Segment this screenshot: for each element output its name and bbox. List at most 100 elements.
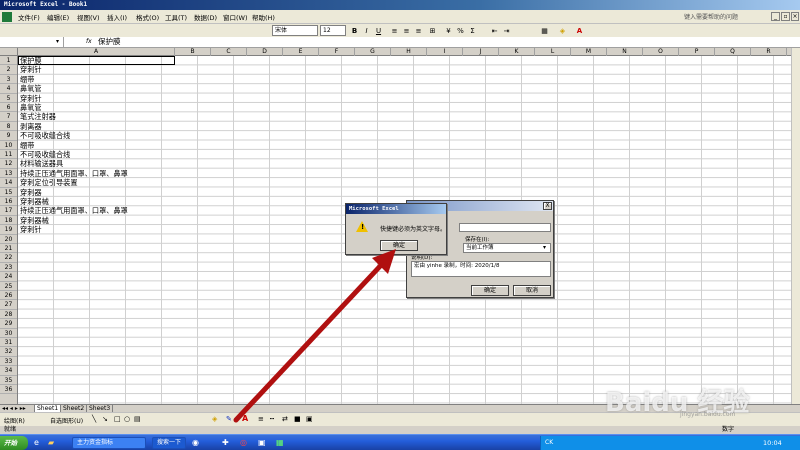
ime-indicator[interactable]: CK bbox=[545, 436, 553, 450]
row-header[interactable]: 3 bbox=[0, 75, 17, 85]
cell-a[interactable]: 保护膜 bbox=[20, 56, 42, 65]
name-box[interactable] bbox=[0, 37, 64, 47]
row-header[interactable]: 25 bbox=[0, 282, 17, 291]
font-name-select[interactable]: 宋体 bbox=[272, 25, 318, 36]
column-header[interactable]: P bbox=[679, 48, 715, 56]
cell-a[interactable]: 剥离器 bbox=[20, 122, 42, 131]
row-header[interactable]: 9 bbox=[0, 131, 17, 141]
name-box-dropdown-icon[interactable]: ▾ bbox=[56, 38, 59, 45]
tab-scroll-arrows-icon[interactable]: ◂◂ ◂ ▸ ▸▸ bbox=[2, 405, 26, 412]
formula-input[interactable]: 保护膜 bbox=[98, 37, 121, 47]
minimize-icon[interactable]: _ bbox=[771, 12, 780, 21]
cell-a[interactable]: 穿刺针 bbox=[20, 225, 42, 234]
macro-name-input[interactable] bbox=[459, 223, 551, 232]
cell-a[interactable]: 鼻氧管 bbox=[20, 84, 42, 93]
row-header[interactable]: 31 bbox=[0, 338, 17, 348]
select-all-corner[interactable] bbox=[0, 48, 18, 56]
fx-icon[interactable]: fx bbox=[86, 38, 92, 45]
description-input[interactable]: 宏由 yinhe 录制，时间: 2020/1/8 bbox=[411, 261, 551, 277]
merge-center-icon[interactable]: ⊞ bbox=[428, 26, 437, 36]
borders-icon[interactable]: ▦ bbox=[540, 26, 549, 36]
arrow-style-icon[interactable]: ⇄ bbox=[282, 415, 288, 423]
row-header[interactable]: 5 bbox=[0, 94, 17, 103]
excel-app-icon[interactable] bbox=[2, 12, 12, 22]
column-header[interactable]: O bbox=[643, 48, 679, 56]
column-header[interactable]: M bbox=[571, 48, 607, 56]
store-in-select[interactable]: 当前工作簿 bbox=[463, 243, 551, 253]
row-header[interactable]: 16 bbox=[0, 197, 17, 207]
macro-cancel-button[interactable]: 取消 bbox=[513, 285, 551, 296]
help-question-input[interactable]: 键入需要帮助的问题 bbox=[684, 12, 768, 22]
row-header[interactable]: 8 bbox=[0, 122, 17, 132]
row-header[interactable]: 30 bbox=[0, 329, 17, 338]
row-header[interactable]: 26 bbox=[0, 291, 17, 301]
taskbar-app3-icon[interactable]: ◎ bbox=[240, 438, 247, 447]
row-header[interactable]: 32 bbox=[0, 347, 17, 357]
row-header[interactable]: 7 bbox=[0, 112, 17, 122]
row-header[interactable]: 15 bbox=[0, 188, 17, 197]
cell-a[interactable]: 穿刺器械 bbox=[20, 216, 49, 225]
column-header[interactable]: R bbox=[751, 48, 787, 56]
line-color-icon[interactable]: ✎ bbox=[226, 415, 232, 423]
clock[interactable]: 10:04 bbox=[763, 436, 782, 450]
cell-a[interactable]: 不可吸收缝合线 bbox=[20, 150, 70, 159]
start-button[interactable]: 开始 bbox=[0, 436, 28, 450]
column-header[interactable]: J bbox=[463, 48, 499, 56]
row-header[interactable]: 1 bbox=[0, 56, 17, 66]
restore-icon[interactable]: ▫ bbox=[781, 12, 790, 21]
taskbar-app4-icon[interactable]: ▣ bbox=[258, 438, 266, 447]
draw-font-color-icon[interactable]: A bbox=[242, 414, 248, 423]
row-header[interactable]: 6 bbox=[0, 103, 17, 113]
row-header[interactable]: 34 bbox=[0, 366, 17, 376]
macro-ok-button[interactable]: 确定 bbox=[471, 285, 509, 296]
column-header[interactable]: A bbox=[18, 48, 175, 56]
column-header[interactable]: E bbox=[283, 48, 319, 56]
cell-a[interactable]: 穿刺器 bbox=[20, 188, 42, 197]
taskbar-app-icon[interactable]: ◉ bbox=[192, 438, 199, 447]
cell-a[interactable]: 不可吸收缝合线 bbox=[20, 131, 70, 140]
folder-quicklaunch-icon[interactable]: ▰ bbox=[48, 438, 54, 447]
percent-icon[interactable]: % bbox=[456, 26, 465, 36]
row-header[interactable]: 20 bbox=[0, 235, 17, 244]
cell-a[interactable]: 材料输送器具 bbox=[20, 159, 63, 168]
italic-button[interactable]: I bbox=[362, 26, 371, 36]
draw-menu[interactable]: 绘图(R) bbox=[4, 416, 25, 425]
alert-ok-button[interactable]: 确定 bbox=[380, 240, 418, 251]
align-right-icon[interactable]: ≡ bbox=[414, 26, 423, 36]
cell-a[interactable]: 绷带 bbox=[20, 141, 34, 150]
row-header[interactable]: 21 bbox=[0, 244, 17, 254]
rectangle-icon[interactable]: □ bbox=[114, 415, 121, 423]
row-header[interactable]: 12 bbox=[0, 159, 17, 169]
cell-a[interactable]: 穿刺针 bbox=[20, 65, 42, 74]
column-header[interactable]: D bbox=[247, 48, 283, 56]
row-header[interactable]: 10 bbox=[0, 141, 17, 150]
row-header[interactable]: 23 bbox=[0, 263, 17, 273]
font-size-select[interactable]: 12 bbox=[320, 25, 346, 36]
menu-format[interactable]: 格式(O) bbox=[136, 12, 159, 22]
row-header[interactable]: 27 bbox=[0, 300, 17, 310]
column-header[interactable]: L bbox=[535, 48, 571, 56]
row-header[interactable]: 24 bbox=[0, 272, 17, 282]
underline-button[interactable]: U bbox=[374, 26, 383, 36]
column-header[interactable]: K bbox=[499, 48, 535, 56]
cell-a[interactable]: 持续正压通气用面罩、口罩、鼻罩 bbox=[20, 169, 128, 178]
column-header[interactable]: F bbox=[319, 48, 355, 56]
column-header[interactable]: H bbox=[391, 48, 427, 56]
menu-view[interactable]: 视图(V) bbox=[77, 12, 100, 22]
cell-a[interactable]: 绷带 bbox=[20, 75, 34, 84]
menu-insert[interactable]: 插入(I) bbox=[107, 12, 127, 22]
column-header[interactable]: Q bbox=[715, 48, 751, 56]
macro-close-icon[interactable]: X bbox=[543, 202, 552, 210]
row-header[interactable]: 36 bbox=[0, 385, 17, 395]
menu-help[interactable]: 帮助(H) bbox=[252, 12, 275, 22]
dash-style-icon[interactable]: ┅ bbox=[270, 415, 274, 423]
cell-a[interactable]: 穿刺定位引导装置 bbox=[20, 178, 78, 187]
store-dropdown-icon[interactable]: ▾ bbox=[543, 244, 546, 251]
row-header[interactable]: 17 bbox=[0, 206, 17, 216]
fill-color-icon[interactable]: ◈ bbox=[558, 26, 567, 36]
row-header[interactable]: 35 bbox=[0, 376, 17, 385]
row-header[interactable]: 19 bbox=[0, 225, 17, 235]
ie-quicklaunch-icon[interactable]: e bbox=[34, 438, 39, 447]
row-header[interactable]: 2 bbox=[0, 65, 17, 75]
row-header[interactable]: 22 bbox=[0, 253, 17, 263]
